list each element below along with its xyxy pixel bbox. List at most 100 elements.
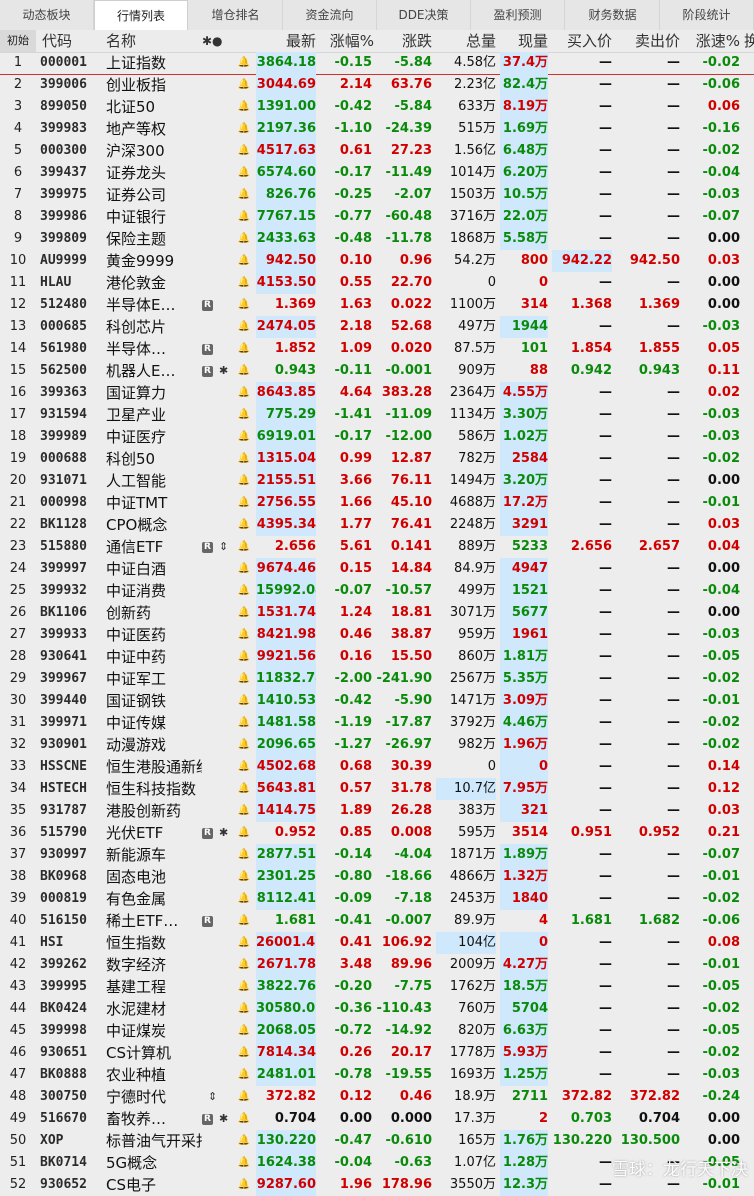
bell-icon[interactable]: 🔔 [236, 206, 252, 228]
bell-icon[interactable]: 🔔 [236, 954, 252, 976]
bell-icon[interactable]: 🔔 [236, 338, 252, 360]
table-row[interactable]: 40 516150 稀土ETF… R 1.681 -0.41 -0.007 89.9万 4 1.6… [0, 910, 754, 932]
tab-3[interactable]: 增仓排名 [189, 0, 283, 30]
bell-icon[interactable]: 🔔 [236, 734, 252, 756]
bell-icon[interactable]: 🔔 [236, 998, 252, 1020]
table-row[interactable]: 44 BK0424 水泥建材 30580.05 -0.36 -110.43 760万 5704… [0, 998, 754, 1020]
tab-7[interactable]: 财务数据 [566, 0, 660, 30]
tab-6[interactable]: 盈利预测 [471, 0, 565, 30]
bell-icon[interactable]: 🔔 [236, 800, 252, 822]
bell-icon[interactable]: 🔔 [236, 536, 252, 558]
table-row[interactable]: 29 399967 中证军工 11832.74 -2.00 -241.90 2567万 5.3… [0, 668, 754, 690]
bell-icon[interactable]: 🔔 [236, 448, 252, 470]
bell-icon[interactable]: 🔔 [236, 96, 252, 118]
header-pct[interactable]: 涨幅% [318, 30, 374, 52]
table-row[interactable]: 26 BK1106 创新药 1531.74 1.24 18.81 3071万 5677 — — 0.… [0, 602, 754, 624]
table-row[interactable]: 20 931071 人工智能 2155.51 3.66 76.11 1494万 3.20万 — —… [0, 470, 754, 492]
table-row[interactable]: 11 HLAU 港伦敦金 4153.50 0.55 22.70 0 0 — — 0.00 🔔 [0, 272, 754, 294]
table-row[interactable]: 41 HSI 恒生指数 26001.47 0.41 106.92 104亿0 — — 0.08 🔔 [0, 932, 754, 954]
table-row[interactable]: 30 399440 国证钢铁 1410.53 -0.42 -5.90 1471万 3.09万 —… [0, 690, 754, 712]
table-row[interactable]: 10 AU9999 黄金9999 942.50 0.10 0.96 54.2万 800 942.… [0, 250, 754, 272]
bell-icon[interactable]: 🔔 [236, 118, 252, 140]
table-row[interactable]: 32 930901 动漫游戏 2096.65 -1.27 -26.97 982万 1.96万 —… [0, 734, 754, 756]
bell-icon[interactable]: 🔔 [236, 976, 252, 998]
bell-icon[interactable]: 🔔 [236, 316, 252, 338]
table-row[interactable]: 1 000001 上证指数 3864.18 -0.15 -5.84 4.58亿 37.4万 — —… [0, 52, 754, 75]
table-row[interactable]: 6 399437 证券龙头 6574.60 -0.17 -11.49 1014万 6.20万 —… [0, 162, 754, 184]
table-row[interactable]: 12 512480 半导体E… R 1.369 1.63 0.022 1100万 314 1.36… [0, 294, 754, 316]
bell-icon[interactable]: 🔔 [236, 250, 252, 272]
table-row[interactable]: 42 399262 数字经济 2671.78 3.48 89.96 2009万 4.27万 — —… [0, 954, 754, 976]
table-row[interactable]: 14 561980 半导体… R 1.852 1.09 0.020 87.5万 101 1.854… [0, 338, 754, 360]
bell-icon[interactable]: 🔔 [236, 1152, 252, 1174]
table-row[interactable]: 19 000688 科创50 1315.04 0.99 12.87 782万 2584 — — -0… [0, 448, 754, 470]
bell-icon[interactable]: 🔔 [236, 932, 252, 954]
bell-icon[interactable]: 🔔 [236, 360, 252, 382]
bell-icon[interactable]: 🔔 [236, 646, 252, 668]
bell-icon[interactable]: 🔔 [236, 272, 252, 294]
header-bid[interactable]: 买入价 [552, 30, 612, 52]
table-row[interactable]: 25 399932 中证消费 15992.04 -0.07 -10.57 499万 1521 —… [0, 580, 754, 602]
bell-icon[interactable]: 🔔 [236, 74, 252, 96]
table-row[interactable]: 43 399995 基建工程 3822.76 -0.20 -7.75 1762万 18.5万 —… [0, 976, 754, 998]
header-extra[interactable]: 换 [744, 30, 754, 52]
bell-icon[interactable]: 🔔 [236, 712, 252, 734]
bell-icon[interactable]: 🔔 [236, 1086, 252, 1108]
bell-icon[interactable]: 🔔 [236, 492, 252, 514]
tab-5[interactable]: DDE决策 [377, 0, 471, 30]
table-row[interactable]: 5 000300 沪深300 4517.63 0.61 27.23 1.56亿 6.48万 — —… [0, 140, 754, 162]
table-row[interactable]: 49 516670 畜牧养… R ✱ 0.704 0.00 0.000 17.3万 2 0.703 0… [0, 1108, 754, 1130]
header-initial[interactable]: 初始 [0, 30, 36, 52]
table-row[interactable]: 9 399809 保险主题 2433.63 -0.48 -11.78 1868万 5.58万 —… [0, 228, 754, 250]
bell-icon[interactable]: 🔔 [236, 866, 252, 888]
header-cur[interactable]: 现量 [500, 30, 548, 52]
table-row[interactable]: 24 399997 中证白酒 9674.46 0.15 14.84 84.9万 4947 — — 0… [0, 558, 754, 580]
table-row[interactable]: 22 BK1128 CPO概念 4395.34 1.77 76.41 2248万 3291 — —… [0, 514, 754, 536]
table-row[interactable]: 45 399998 中证煤炭 2068.05 -0.72 -14.92 820万 6.63万 —… [0, 1020, 754, 1042]
bell-icon[interactable]: 🔔 [236, 580, 252, 602]
table-row[interactable]: 16 399363 国证算力 8643.85 4.64 383.28 2364万 4.55万 —… [0, 382, 754, 404]
bell-icon[interactable]: 🔔 [236, 756, 252, 778]
header-ask[interactable]: 卖出价 [616, 30, 680, 52]
tab-1[interactable]: 动态板块 [0, 0, 94, 30]
table-row[interactable]: 37 930997 新能源车 2877.51 -0.14 -4.04 1871万 1.89万 —… [0, 844, 754, 866]
table-row[interactable]: 31 399971 中证传媒 1481.58 -1.19 -17.87 3792万 4.46万… [0, 712, 754, 734]
table-row[interactable]: 17 931594 卫星产业 775.29 -1.41 -11.09 1134万 3.30万 —… [0, 404, 754, 426]
bell-icon[interactable]: 🔔 [236, 624, 252, 646]
table-row[interactable]: 50 XOP 标普油气开采指… 130.220 -0.47 -0.610 165万 1.76万… [0, 1130, 754, 1152]
table-row[interactable]: 7 399975 证券公司 826.76 -0.25 -2.07 1503万 10.5万 — — -… [0, 184, 754, 206]
tab-2[interactable]: 行情列表 [94, 0, 188, 31]
table-row[interactable]: 23 515880 通信ETF R ⇕ 2.656 5.61 0.141 889万 5233 2.6… [0, 536, 754, 558]
bell-icon[interactable]: 🔔 [236, 162, 252, 184]
bell-icon[interactable]: 🔔 [236, 1174, 252, 1196]
bell-icon[interactable]: 🔔 [236, 514, 252, 536]
bell-icon[interactable]: 🔔 [236, 294, 252, 316]
table-row[interactable]: 4 399983 地产等权 2197.36 -1.10 -24.39 515万 1.69万 — —… [0, 118, 754, 140]
bell-icon[interactable]: 🔔 [236, 690, 252, 712]
bell-icon[interactable]: 🔔 [236, 822, 252, 844]
table-row[interactable]: 18 399989 中证医疗 6919.01 -0.17 -12.00 586万 1.02万 —… [0, 426, 754, 448]
bell-icon[interactable]: 🔔 [236, 1108, 252, 1130]
bell-icon[interactable]: 🔔 [236, 1130, 252, 1152]
table-row[interactable]: 48 300750 宁德时代 ⇕ 372.82 0.12 0.46 18.9万 2711 372.… [0, 1086, 754, 1108]
header-name[interactable]: 名称 [106, 30, 196, 52]
header-speed[interactable]: 涨速% [684, 30, 740, 52]
header-code[interactable]: 代码 [42, 30, 102, 52]
tab-4[interactable]: 资金流向 [283, 0, 377, 30]
bell-icon[interactable]: 🔔 [236, 426, 252, 448]
bell-icon[interactable]: 🔔 [236, 888, 252, 910]
table-row[interactable]: 39 000819 有色金属 8112.41 -0.09 -7.18 2453万 1840 — —… [0, 888, 754, 910]
header-mark[interactable]: ✱● [202, 30, 236, 52]
bell-icon[interactable]: 🔔 [236, 470, 252, 492]
table-row[interactable]: 35 931787 港股创新药 1414.75 1.89 26.28 383万 321 — — 0.… [0, 800, 754, 822]
bell-icon[interactable]: 🔔 [236, 668, 252, 690]
bell-icon[interactable]: 🔔 [236, 558, 252, 580]
table-row[interactable]: 28 930641 中证中药 9921.56 0.16 15.50 860万 1.81万 — — -… [0, 646, 754, 668]
bell-icon[interactable]: 🔔 [236, 910, 252, 932]
header-chg[interactable]: 涨跌 [376, 30, 432, 52]
bell-icon[interactable]: 🔔 [236, 844, 252, 866]
bell-icon[interactable]: 🔔 [236, 52, 252, 74]
header-vol[interactable]: 总量 [436, 30, 496, 52]
table-row[interactable]: 46 930651 CS计算机 7814.34 0.26 20.17 1778万 5.93万 —… [0, 1042, 754, 1064]
bell-icon[interactable]: 🔔 [236, 778, 252, 800]
